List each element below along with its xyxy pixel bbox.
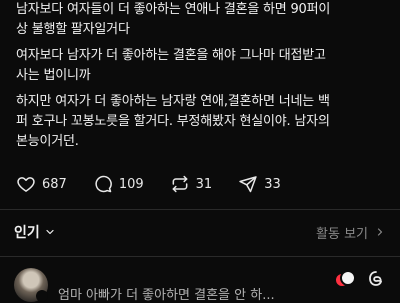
comment-icon <box>95 175 112 193</box>
post-line: 사는 법이니까 <box>16 68 91 83</box>
chevron-right-icon <box>377 228 383 236</box>
view-activity-label: 활동 보기 <box>316 226 368 242</box>
post-line: 퍼 호구나 꼬봉노릇을 할거다. 부정해봤자 현실이야. 남자의 <box>16 114 330 129</box>
sort-dropdown[interactable]: 인기 <box>14 222 56 242</box>
post-line: 상 불행할 팔자일거다 <box>16 22 130 37</box>
share-count: 33 <box>264 176 281 192</box>
post-actions: 687 109 31 33 <box>16 174 307 194</box>
repost-count: 31 <box>195 176 213 192</box>
like-button[interactable]: 687 <box>16 174 67 194</box>
share-button[interactable]: 33 <box>238 174 281 194</box>
heart-icon <box>17 177 35 192</box>
repost-button[interactable]: 31 <box>170 174 213 194</box>
like-count: 687 <box>42 176 67 192</box>
post-line: 남자보다 여자들이 더 좋아하는 연애나 결혼을 하면 90퍼이 <box>16 2 331 17</box>
post-line: 본능이거던. <box>16 134 79 149</box>
post-body: 남자보다 여자들이 더 좋아하는 연애나 결혼을 하면 90퍼이 상 불행할 팔… <box>16 0 392 152</box>
comment-item[interactable]: 엄마 아빠가 더 좋아하면 결혼을 안 하... <box>0 258 400 303</box>
chevron-down-icon <box>46 229 54 235</box>
sort-label: 인기 <box>14 225 40 241</box>
divider <box>0 209 400 210</box>
repost-icon <box>172 175 188 193</box>
divider <box>0 256 400 257</box>
share-icon <box>239 176 257 193</box>
comment-button[interactable]: 109 <box>93 174 144 194</box>
post-line: 하지만 여자가 더 좋아하는 남자랑 연애,결혼하면 너네는 백 <box>16 94 330 109</box>
comment-count: 109 <box>118 176 144 192</box>
reaction-repost-icon <box>340 270 356 286</box>
post-line: 여자보다 남자가 더 좋아하는 결혼을 해야 그나마 대접받고 <box>16 48 326 63</box>
view-activity-link[interactable]: 활동 보기 <box>316 223 386 242</box>
avatar-badge <box>36 290 48 302</box>
comment-preview-text: 엄마 아빠가 더 좋아하면 결혼을 안 하... <box>58 288 275 303</box>
sort-row: 인기 활동 보기 <box>14 222 386 242</box>
